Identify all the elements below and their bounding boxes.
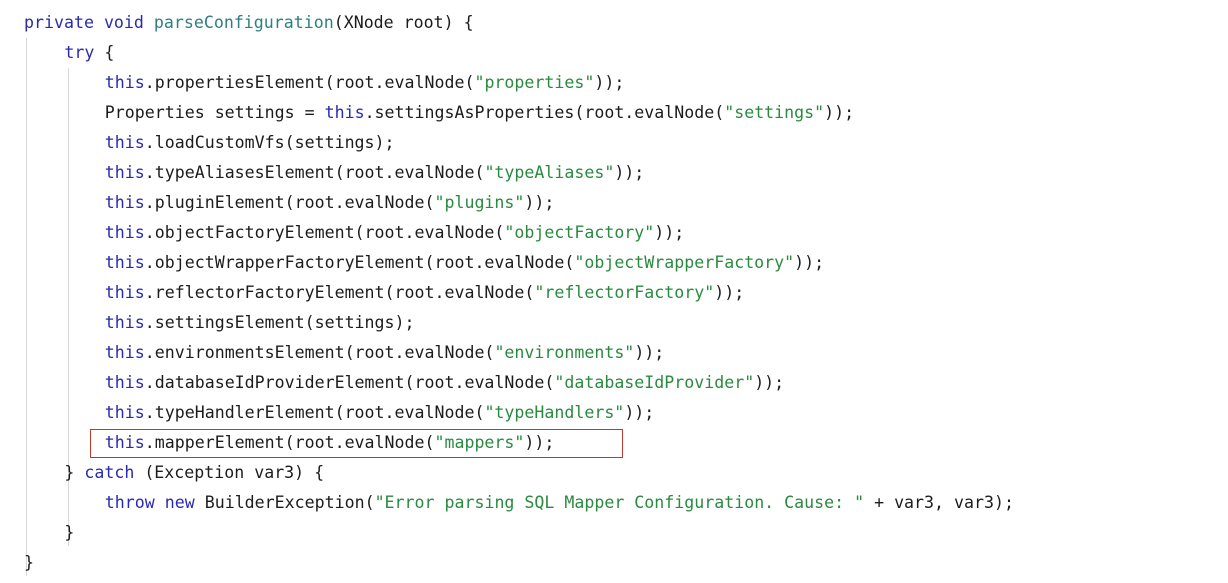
- code-token-str: "settings": [724, 103, 825, 122]
- code-token-pln: .reflectorFactoryElement(root.evalNode(: [144, 283, 535, 302]
- code-token-str: "databaseIdProvider": [554, 373, 755, 392]
- code-token-pln: ));: [614, 163, 645, 182]
- code-token-pln: }: [64, 523, 75, 542]
- code-token-kw: this: [104, 403, 145, 422]
- code-token-pln: .typeHandlerElement(root.evalNode(: [144, 403, 485, 422]
- code-token-kw: throw: [104, 493, 165, 512]
- code-token-kw: this: [104, 163, 145, 182]
- code-token-str: "objectFactory": [504, 223, 655, 242]
- code-line[interactable]: this.mapperElement(root.evalNode("mapper…: [0, 428, 555, 458]
- code-token-pln: .objectFactoryElement(root.evalNode(: [144, 223, 505, 242]
- code-token-kw: this: [104, 313, 145, 332]
- code-token-pln: }: [64, 463, 85, 482]
- code-line[interactable]: try {: [0, 38, 114, 68]
- code-token-kw: this: [104, 193, 145, 212]
- code-line[interactable]: this.settingsElement(settings);: [0, 308, 415, 338]
- code-token-pln: ));: [524, 193, 555, 212]
- code-token-pln: ));: [634, 343, 665, 362]
- code-token-pln: ));: [524, 433, 555, 452]
- code-token-pln: .loadCustomVfs(settings);: [144, 133, 395, 152]
- code-line[interactable]: }: [0, 548, 34, 578]
- code-line[interactable]: this.environmentsElement(root.evalNode("…: [0, 338, 665, 368]
- code-token-pln: .propertiesElement(root.evalNode(: [144, 73, 475, 92]
- code-token-str: "typeAliases": [484, 163, 615, 182]
- code-token-pln: + var3, var3);: [864, 493, 1014, 512]
- code-token-mth: parseConfiguration: [153, 13, 334, 32]
- code-line[interactable]: throw new BuilderException("Error parsin…: [0, 488, 1014, 518]
- code-token-str: "typeHandlers": [484, 403, 625, 422]
- code-token-kw: this: [104, 253, 145, 272]
- code-token-pln: .databaseIdProviderElement(root.evalNode…: [144, 373, 555, 392]
- code-token-pln: .settingsAsProperties(root.evalNode(: [364, 103, 725, 122]
- code-token-kw: this: [324, 103, 365, 122]
- code-token-str: "objectWrapperFactory": [574, 253, 795, 272]
- code-token-pln: Properties settings =: [104, 103, 325, 122]
- code-line[interactable]: this.loadCustomVfs(settings);: [0, 128, 395, 158]
- code-token-pln: ));: [824, 103, 855, 122]
- code-line[interactable]: this.propertiesElement(root.evalNode("pr…: [0, 68, 625, 98]
- code-line[interactable]: } catch (Exception var3) {: [0, 458, 324, 488]
- code-line[interactable]: this.objectFactoryElement(root.evalNode(…: [0, 218, 684, 248]
- code-token-str: "environments": [494, 343, 635, 362]
- code-token-kw: this: [104, 373, 145, 392]
- code-token-kw: this: [104, 133, 145, 152]
- code-token-pln: .objectWrapperFactoryElement(root.evalNo…: [144, 253, 575, 272]
- code-token-kw: new: [164, 493, 205, 512]
- code-token-pln: BuilderException(: [204, 493, 375, 512]
- code-token-kw: this: [104, 433, 145, 452]
- code-token-kw: this: [104, 283, 145, 302]
- code-line[interactable]: }: [0, 518, 74, 548]
- code-line[interactable]: this.typeAliasesElement(root.evalNode("t…: [0, 158, 645, 188]
- code-token-pln: ));: [754, 373, 785, 392]
- code-token-pln: .pluginElement(root.evalNode(: [144, 193, 435, 212]
- code-token-kw: this: [104, 73, 145, 92]
- code-token-pln: .typeAliasesElement(root.evalNode(: [144, 163, 485, 182]
- code-token-pln: ));: [594, 73, 625, 92]
- code-line[interactable]: Properties settings = this.settingsAsPro…: [0, 98, 854, 128]
- code-token-str: "reflectorFactory": [534, 283, 715, 302]
- code-token-str: "Error parsing SQL Mapper Configuration.…: [374, 493, 865, 512]
- code-token-pln: {: [94, 43, 115, 62]
- code-token-pln: .environmentsElement(root.evalNode(: [144, 343, 495, 362]
- code-line[interactable]: this.pluginElement(root.evalNode("plugin…: [0, 188, 555, 218]
- code-token-pln: }: [24, 553, 34, 572]
- code-line[interactable]: this.reflectorFactoryElement(root.evalNo…: [0, 278, 744, 308]
- code-token-kw: void: [103, 13, 154, 32]
- code-token-kw: this: [104, 223, 145, 242]
- code-token-pln: .mapperElement(root.evalNode(: [144, 433, 435, 452]
- code-line[interactable]: this.typeHandlerElement(root.evalNode("t…: [0, 398, 655, 428]
- code-token-pln: ));: [794, 253, 825, 272]
- code-token-kw: this: [104, 343, 145, 362]
- code-line[interactable]: private void parseConfiguration(XNode ro…: [0, 8, 474, 38]
- code-line[interactable]: this.objectWrapperFactoryElement(root.ev…: [0, 248, 824, 278]
- code-token-pln: ));: [714, 283, 745, 302]
- code-token-kw: private: [24, 13, 104, 32]
- code-token-kw: catch: [84, 463, 135, 482]
- code-token-pln: .settingsElement(settings);: [144, 313, 415, 332]
- code-token-pln: ));: [624, 403, 655, 422]
- code-token-str: "mappers": [434, 433, 525, 452]
- code-token-str: "properties": [474, 73, 595, 92]
- code-editor-viewport[interactable]: private void parseConfiguration(XNode ro…: [0, 0, 1228, 583]
- code-token-str: "plugins": [434, 193, 525, 212]
- code-line[interactable]: this.databaseIdProviderElement(root.eval…: [0, 368, 784, 398]
- code-token-kw: try: [64, 43, 95, 62]
- code-token-pln: (XNode root) {: [333, 13, 474, 32]
- code-token-pln: ));: [654, 223, 685, 242]
- code-token-pln: (Exception var3) {: [134, 463, 325, 482]
